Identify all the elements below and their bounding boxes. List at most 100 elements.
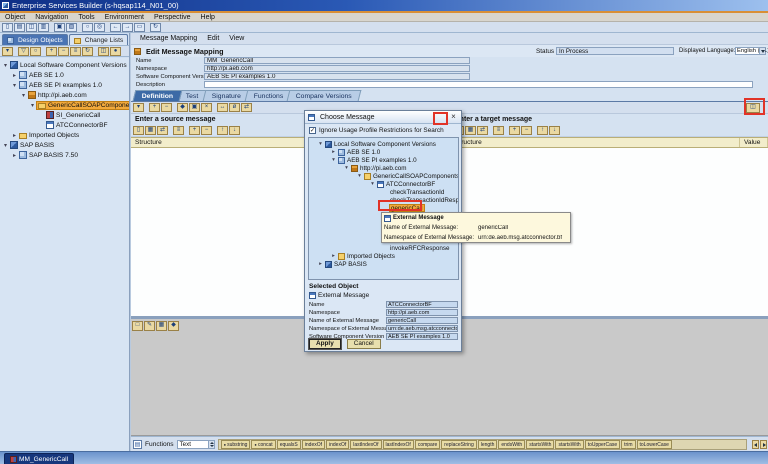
tab-functions[interactable]: Functions — [245, 90, 293, 101]
swap-icon[interactable]: ⇄ — [157, 126, 168, 135]
tree-item[interactable]: ▾Local Software Component Versions — [309, 140, 458, 148]
task-tab-mm-genericcall[interactable]: MM_GenericCall — [4, 453, 74, 464]
collapse-all-icon[interactable]: − — [58, 47, 69, 56]
ignore-usage-profile-checkbox[interactable] — [309, 127, 316, 134]
apply-button[interactable]: Apply — [309, 339, 341, 349]
tree-item[interactable]: ATCConnectorBF — [0, 120, 129, 130]
window-titlebar[interactable]: Enterprise Services Builder (s-hqsap114_… — [0, 0, 768, 11]
tree-collapse-icon[interactable]: ▾ — [29, 102, 36, 109]
function-chip-toUpperCase[interactable]: toUpperCase — [585, 440, 620, 449]
tree-collapse-icon[interactable]: ▾ — [2, 62, 9, 69]
function-chip-replaceString[interactable]: replaceString — [441, 440, 476, 449]
tree-expand-icon[interactable]: ▸ — [330, 149, 337, 155]
tree-item[interactable]: ▾ATCConnectorBF — [309, 180, 458, 188]
description-field[interactable] — [204, 81, 753, 88]
function-chip-endsWith[interactable]: endsWith — [498, 440, 525, 449]
tree-item[interactable]: ▾http://pi.aeb.com — [0, 90, 129, 100]
menu-item-view[interactable]: View — [224, 34, 249, 43]
new-icon[interactable]: ▯ — [2, 23, 13, 32]
chevron-down-icon[interactable] — [759, 48, 765, 54]
tree-item[interactable]: ▸AEB SE 1.0 — [309, 148, 458, 156]
menu-item-tools[interactable]: Tools — [73, 13, 99, 22]
tree-expand-icon[interactable]: ▸ — [317, 261, 324, 267]
tree-item[interactable]: ▾AEB SE PI examples 1.0 — [309, 156, 458, 164]
unmap-icon[interactable]: ø — [229, 103, 240, 112]
tree-expand-icon[interactable]: ▸ — [330, 253, 337, 259]
tree-collapse-icon[interactable]: ▾ — [11, 82, 18, 89]
tab-change-lists[interactable]: Change Lists — [69, 34, 129, 45]
tab-design-objects[interactable]: Design Objects — [2, 34, 68, 45]
tree-item[interactable]: ▸SAP BASIS 7.50 — [0, 150, 129, 160]
refresh-tree-icon[interactable]: ↻ — [82, 47, 93, 56]
function-chip-length[interactable]: length — [478, 440, 498, 449]
tree-collapse-icon[interactable]: ▾ — [356, 173, 363, 179]
menu-item-edit[interactable]: Edit — [202, 34, 224, 43]
scroll-left-icon[interactable] — [752, 440, 759, 449]
expand-icon[interactable]: + — [149, 103, 160, 112]
tree-collapse-icon[interactable]: ▾ — [343, 165, 350, 171]
view-menu-icon[interactable]: ▾ — [133, 103, 144, 112]
tree-item[interactable]: ▾AEB SE PI examples 1.0 — [0, 80, 129, 90]
spinner-icon[interactable] — [208, 441, 214, 448]
expand-subtree-icon[interactable]: + — [189, 126, 200, 135]
top-icon[interactable]: ↑ — [217, 126, 228, 135]
tree-item[interactable]: ▾Local Software Component Versions — [0, 60, 129, 70]
queue-icon[interactable]: ≡ — [173, 126, 184, 135]
copy-icon[interactable]: ▣ — [54, 23, 65, 32]
tree-item[interactable]: ▾GenericCallSOAPComponents — [0, 100, 129, 110]
top-icon[interactable]: ↑ — [537, 126, 548, 135]
expand-subtree-icon[interactable]: + — [509, 126, 520, 135]
menu-item-environment[interactable]: Environment — [100, 13, 149, 22]
tree-item[interactable]: ▾GenericCallSOAPComponents — [309, 172, 458, 180]
language-select[interactable]: English (OL) — [735, 47, 766, 55]
tree-expand-icon[interactable]: ▸ — [11, 132, 18, 139]
function-chip-trim[interactable]: trim — [621, 440, 635, 449]
bottom-icon[interactable]: ↓ — [229, 126, 240, 135]
queue-icon[interactable]: ≡ — [493, 126, 504, 135]
expand-all-icon[interactable]: + — [46, 47, 57, 56]
show-mapping-icon[interactable]: ◆ — [177, 103, 188, 112]
tab-signature[interactable]: Signature — [202, 90, 250, 101]
where-used-icon[interactable]: ◎ — [94, 23, 105, 32]
tree-item[interactable]: SI_GenericCall — [0, 110, 129, 120]
grid-icon[interactable]: ▦ — [465, 126, 476, 135]
tree-collapse-icon[interactable]: ▾ — [20, 92, 27, 99]
workplace-icon[interactable]: ▭ — [134, 23, 145, 32]
navigate-icon[interactable]: ◆ — [168, 321, 179, 331]
tab-compare-versions[interactable]: Compare Versions — [287, 90, 362, 101]
print-icon[interactable]: ▥ — [38, 23, 49, 32]
tree-item[interactable]: ▸Imported Objects — [0, 130, 129, 140]
tree-item[interactable]: ▾http://pi.aeb.com — [309, 164, 458, 172]
function-chip-substring[interactable]: substring — [221, 440, 251, 449]
structure-column-header[interactable]: Structure — [451, 138, 740, 147]
pin-icon[interactable]: ● — [110, 47, 121, 56]
find-icon[interactable]: ○ — [30, 47, 41, 56]
dependencies-icon[interactable]: ⇄ — [241, 103, 252, 112]
function-category-select[interactable]: Text — [177, 440, 215, 449]
menu-item-navigation[interactable]: Navigation — [30, 13, 73, 22]
function-chip-startsWith[interactable]: startsWith — [526, 440, 554, 449]
tree-collapse-icon[interactable]: ▾ — [2, 142, 9, 149]
maximize-icon[interactable]: □ — [132, 321, 143, 331]
tree-item[interactable]: ▸SAP BASIS — [309, 260, 458, 268]
open-icon[interactable]: ▤ — [14, 23, 25, 32]
tree-expand-icon[interactable]: ▸ — [11, 152, 18, 159]
function-chip-startsWith[interactable]: startsWith — [555, 440, 583, 449]
tree-item[interactable]: invokeRFCResponse — [309, 244, 458, 252]
function-chip-concat[interactable]: concat — [251, 440, 275, 449]
copy-mapping-icon[interactable]: ▣ — [189, 103, 200, 112]
tree-expand-icon[interactable]: ▸ — [11, 72, 18, 79]
cancel-button[interactable]: Cancel — [347, 339, 381, 349]
close-icon[interactable]: × — [449, 113, 458, 122]
menu-item-help[interactable]: Help — [196, 13, 220, 22]
function-chip-lastIndexOf[interactable]: lastIndexOf — [350, 440, 381, 449]
collapse-subtree-icon[interactable]: − — [201, 126, 212, 135]
menu-item-object[interactable]: Object — [0, 13, 30, 22]
tree-item[interactable]: ▾SAP BASIS — [0, 140, 129, 150]
collapse-subtree-icon[interactable]: − — [521, 126, 532, 135]
menu-item-perspective[interactable]: Perspective — [149, 13, 196, 22]
add-message-icon[interactable]: ▯ — [133, 126, 144, 135]
display-icon[interactable]: ◫ — [26, 23, 37, 32]
edit-icon[interactable]: ✎ — [144, 321, 155, 331]
scroll-right-icon[interactable] — [760, 440, 767, 449]
